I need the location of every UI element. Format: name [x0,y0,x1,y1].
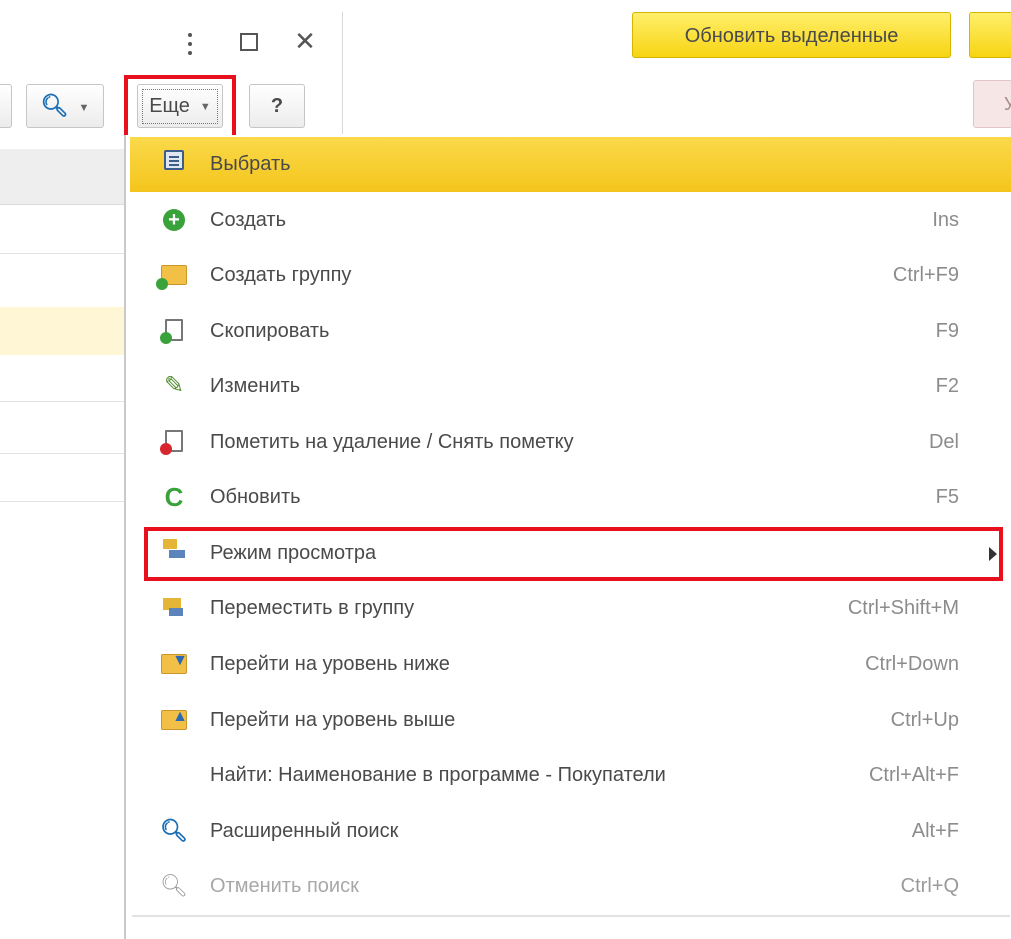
menu-item-label: Отменить поиск [210,875,359,897]
mark-delete-icon [160,428,188,456]
yellow-button-partial[interactable] [969,12,1011,58]
menu-item-edit[interactable]: ✎ Изменить F2 [130,359,1011,414]
menu-item-create-group[interactable]: Создать группу Ctrl+F9 [130,248,1011,303]
cancel-search-icon: 🔍︎ [160,873,188,898]
menu-item-label: Переместить в группу [210,597,415,619]
menu-item-label: Пометить на удаление / Снять пометку [210,431,574,453]
menu-item-level-down[interactable]: ▼ Перейти на уровень ниже Ctrl+Down [130,637,1011,692]
magnifier-icon: 🔍︎ [40,93,69,118]
level-up-icon: ▲ [160,706,188,734]
maximize-icon[interactable] [234,24,264,58]
list-header [0,149,124,205]
menu-item-shortcut: Ctrl+Down [865,653,959,675]
view-mode-highlight [144,527,1003,581]
menu-item-copy[interactable]: Скопировать F9 [130,304,1011,359]
menu-item-shortcut: Ctrl+Shift+M [847,597,959,619]
menu-item-label: Скопировать [210,320,330,342]
list-row-divider [0,501,124,502]
form-toolbar-area: ✕ Обновить выделенные У 🔍︎ ▼ Еще ▼ ? [0,0,1011,141]
menu-item-shortcut: Ctrl+F9 [892,264,959,286]
menu-item-shortcut: Ctrl+Up [890,709,959,731]
menu-item-label: Обновить [210,486,301,508]
menu-item-label: Создать группу [210,264,352,286]
menu-item-label: Расширенный поиск [210,820,399,842]
menu-item-level-up[interactable]: ▲ Перейти на уровень выше Ctrl+Up [130,693,1011,748]
search-button[interactable]: 🔍︎ ▼ [26,84,104,128]
choose-icon [160,150,188,178]
refresh-selected-button[interactable]: Обновить выделенные [632,12,951,58]
list-row-selected[interactable] [0,307,124,355]
more-button-highlight [124,75,236,141]
caret-down-icon: ▼ [78,101,90,114]
menu-item-choose[interactable]: Выбрать [130,137,1011,192]
menu-item-cancel-search[interactable]: 🔍︎ Отменить поиск Ctrl+Q [130,859,1011,914]
menu-divider [132,915,1010,917]
list-background [0,135,124,939]
help-button[interactable]: ? [249,84,305,128]
menu-item-label: Выбрать [210,153,291,175]
advanced-search-icon: 🔍︎ [160,818,188,843]
menu-item-shortcut: Alt+F [911,820,959,842]
menu-item-shortcut: Ctrl+Q [900,875,959,897]
menu-item-shortcut: Del [928,431,959,453]
list-row-divider [0,453,124,454]
move-to-group-icon [160,594,188,622]
menu-item-shortcut: Ins [932,209,959,231]
toolbar-button-partial[interactable] [0,84,12,128]
menu-item-label: Перейти на уровень выше [210,709,456,731]
refresh-icon: C [164,482,184,512]
menu-item-find[interactable]: Найти: Наименование в программе - Покупа… [130,748,1011,803]
menu-item-label: Изменить [210,375,301,397]
list-row-divider [0,401,124,402]
list-row-divider [0,253,124,254]
menu-item-advanced-search[interactable]: 🔍︎ Расширенный поиск Alt+F [130,804,1011,859]
level-down-icon: ▼ [160,650,188,678]
menu-item-label: Создать [210,209,287,231]
vertical-dots-icon[interactable] [176,28,204,55]
menu-item-refresh[interactable]: C Обновить F5 [130,470,1011,525]
close-icon[interactable]: ✕ [290,24,320,58]
menu-item-label: Перейти на уровень ниже [210,653,450,675]
pencil-icon: ✎ [163,372,185,399]
menu-item-mark-delete[interactable]: Пометить на удаление / Снять пометку Del [130,415,1011,470]
toolbar-divider [342,12,343,134]
menu-item-shortcut: F5 [935,486,959,508]
menu-item-move-to-group[interactable]: Переместить в группу Ctrl+Shift+M [130,581,1011,636]
copy-document-icon [160,317,188,345]
plus-circle-icon: + [160,206,188,234]
menu-item-shortcut: F2 [935,375,959,397]
menu-item-label: Найти: Наименование в программе - Покупа… [210,764,666,786]
menu-item-shortcut: Ctrl+Alt+F [868,764,959,786]
menu-item-shortcut: F9 [935,320,959,342]
folder-add-icon [156,261,188,290]
menu-item-create[interactable]: + Создать Ins [130,193,1011,248]
pink-button-partial[interactable]: У [973,80,1011,128]
